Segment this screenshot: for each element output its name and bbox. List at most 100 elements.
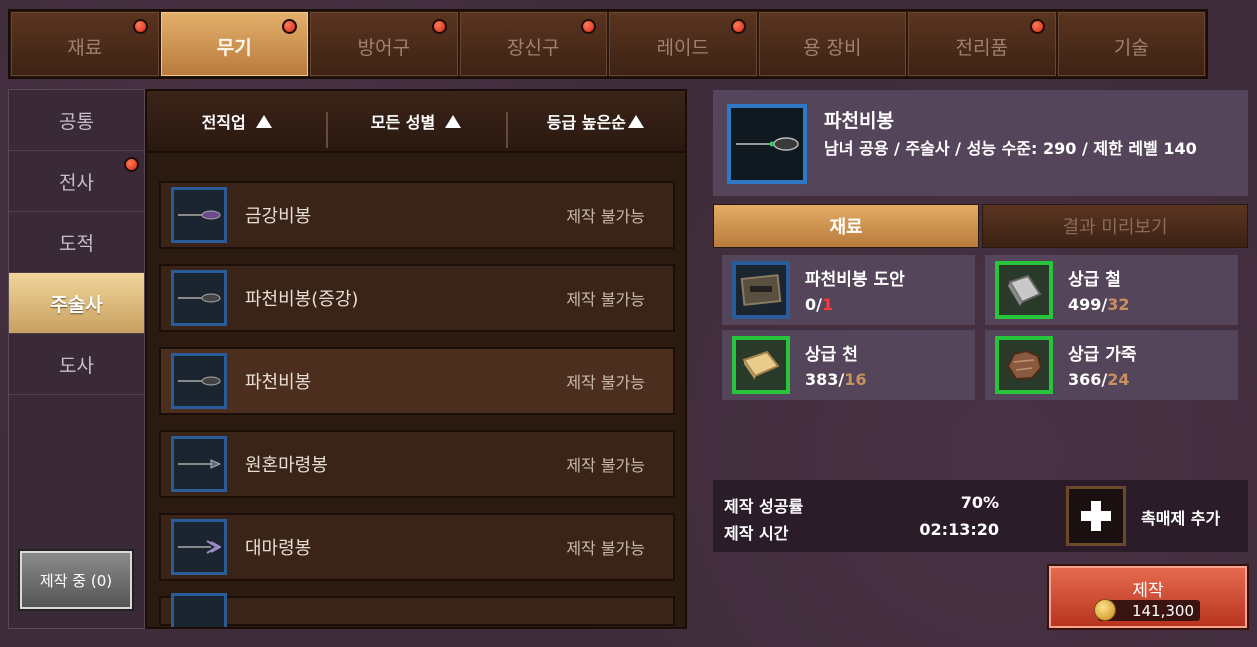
material-item[interactable]: 파천비봉 도안 0/1: [722, 255, 975, 325]
recipe-status: 제작 불가능: [566, 207, 645, 226]
category-rogue[interactable]: 도적: [9, 212, 144, 273]
tab-label: 용 장비: [803, 36, 862, 59]
crafting-queue-button[interactable]: 제작 중 (0): [20, 551, 132, 609]
triangle-up-icon: [445, 114, 462, 128]
alert-dot-icon: [431, 19, 447, 34]
material-item[interactable]: 상급 가죽 366/24: [985, 330, 1238, 400]
material-count: 366/24: [1068, 370, 1130, 389]
add-catalyst-button[interactable]: [1066, 486, 1126, 546]
tab-required-materials[interactable]: 재료: [713, 204, 979, 248]
plus-icon: [1081, 501, 1111, 531]
alert-dot-icon: [132, 19, 148, 34]
material-have: 0: [805, 295, 817, 314]
staff-icon: [171, 593, 227, 627]
recipe-status: 제작 불가능: [566, 290, 645, 309]
detail-tabs: 재료 결과 미리보기: [713, 204, 1248, 248]
recipe-name: 원혼마령봉: [245, 455, 328, 476]
category-label: 도적: [59, 232, 94, 255]
tab-label: 장신구: [507, 36, 560, 59]
material-count: 383/16: [805, 370, 867, 389]
material-need: 16: [844, 370, 867, 389]
material-name: 상급 철: [1068, 270, 1121, 290]
recipe-row[interactable]: 원혼마령봉 제작 불가능: [159, 430, 675, 498]
tab-accessories[interactable]: 장신구: [459, 12, 607, 76]
alert-dot-icon: [282, 19, 297, 34]
staff-icon: [171, 353, 227, 409]
tab-label: 재료: [829, 217, 863, 238]
material-item[interactable]: 상급 철 499/32: [985, 255, 1238, 325]
tab-result-preview[interactable]: 결과 미리보기: [982, 204, 1248, 248]
tab-materials[interactable]: 재료: [11, 12, 159, 76]
category-shaman[interactable]: 주술사: [9, 273, 144, 334]
recipe-row[interactable]: 파천비봉(증강) 제작 불가능: [159, 264, 675, 332]
material-need: 24: [1107, 370, 1130, 389]
triangle-up-icon: [255, 114, 272, 128]
recipe-row-selected[interactable]: 파천비봉 제작 불가능: [159, 347, 675, 415]
tab-raid[interactable]: 레이드: [609, 12, 757, 76]
staff-icon: [171, 187, 227, 243]
staff-icon: [171, 519, 227, 575]
tab-weapons[interactable]: 무기: [160, 12, 308, 76]
material-need: 32: [1107, 295, 1130, 314]
tab-dragon-gear[interactable]: 용 장비: [758, 12, 906, 76]
alert-dot-icon: [581, 19, 596, 34]
tab-label: 레이드: [656, 36, 709, 59]
blueprint-icon: [732, 261, 790, 319]
category-common[interactable]: 공통: [9, 90, 144, 151]
top-tab-bar: 재료 무기 방어구 장신구 레이드 용 장비 전리품 기술: [8, 9, 1208, 79]
category-label: 공통: [59, 110, 94, 133]
material-count: 0/1: [805, 295, 834, 314]
sort-job-button[interactable]: 전직업: [147, 109, 326, 133]
alert-dot-icon: [124, 157, 139, 172]
catalyst-label: 촉매제 추가: [1141, 509, 1221, 528]
tab-label: 전리품: [955, 36, 1008, 59]
sort-label: 모든 성별: [370, 113, 436, 132]
tab-trophies[interactable]: 전리품: [908, 12, 1056, 76]
recipe-status: 제작 불가능: [566, 456, 645, 475]
category-warrior[interactable]: 전사: [9, 151, 144, 212]
category-label: 주술사: [50, 293, 103, 316]
material-have: 366: [1068, 370, 1102, 389]
recipe-list: 금강비봉 제작 불가능 파천비봉(증강) 제작 불가능 파천비봉 제작 불가능 …: [159, 181, 675, 627]
recipe-status: 제작 불가능: [566, 539, 645, 558]
sort-label: 등급 높은순: [546, 113, 626, 132]
recipe-name: 파천비봉(증강): [245, 289, 359, 310]
tab-label: 결과 미리보기: [1062, 217, 1168, 238]
triangle-up-icon: [627, 114, 644, 128]
sort-gender-button[interactable]: 모든 성별: [326, 109, 505, 148]
craft-stats-panel: 제작 성공률 70% 제작 시간 02:13:20 촉매제 추가: [713, 480, 1248, 552]
crafting-queue-label: 제작 중 (0): [39, 571, 113, 590]
tab-label: 방어구: [357, 36, 410, 59]
tab-skills[interactable]: 기술: [1057, 12, 1205, 76]
item-subtitle: 남녀 공용 / 주술사 / 성능 수준: 290 / 제한 레벨 140: [824, 139, 1197, 158]
sort-grade-button[interactable]: 등급 높은순: [505, 109, 685, 148]
craft-label: 제작: [1132, 581, 1164, 601]
class-category-sidebar: 공통 전사 도적 주술사 도사 제작 중 (0): [8, 89, 145, 629]
leather-icon: [995, 336, 1053, 394]
material-name: 파천비봉 도안: [805, 270, 905, 290]
material-have: 383: [805, 370, 839, 389]
recipe-row-partial[interactable]: [159, 593, 675, 627]
category-label: 도사: [59, 354, 94, 377]
recipe-row[interactable]: 금강비봉 제작 불가능: [159, 181, 675, 249]
recipe-status: 제작 불가능: [566, 373, 645, 392]
material-name: 상급 가죽: [1068, 345, 1137, 365]
alert-dot-icon: [730, 19, 746, 34]
success-rate-value: 70%: [960, 493, 999, 512]
recipe-name: 파천비봉: [245, 372, 312, 393]
recipe-row[interactable]: 대마령봉 제작 불가능: [159, 513, 675, 581]
material-item[interactable]: 상급 천 383/16: [722, 330, 975, 400]
item-detail-header: 파천비봉 남녀 공용 / 주술사 / 성능 수준: 290 / 제한 레벨 14…: [713, 90, 1248, 196]
iron-ingot-icon: [995, 261, 1053, 319]
staff-icon: [171, 436, 227, 492]
cloth-icon: [732, 336, 790, 394]
craft-price-value: 141,300: [1131, 601, 1194, 620]
tab-armor[interactable]: 방어구: [310, 12, 458, 76]
tab-label: 재료: [67, 36, 103, 59]
category-taoist[interactable]: 도사: [9, 334, 144, 395]
sort-label: 전직업: [201, 113, 246, 132]
craft-button[interactable]: 제작 141,300: [1049, 566, 1247, 628]
craft-time-label: 제작 시간: [724, 524, 789, 543]
item-title: 파천비봉: [824, 110, 894, 132]
category-label: 전사: [59, 171, 94, 194]
